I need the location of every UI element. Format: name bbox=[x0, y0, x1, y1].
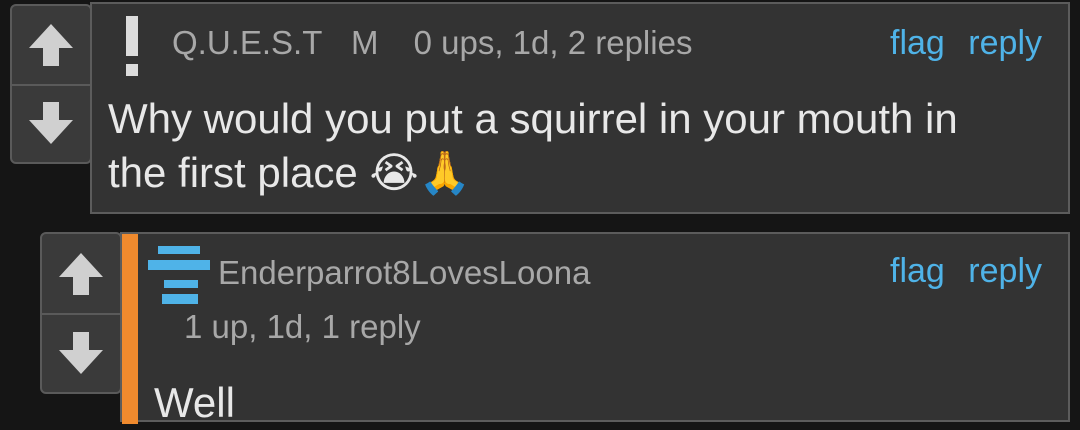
reply-card: Enderparrot8LovesLoona flag reply 1 up, … bbox=[120, 232, 1070, 426]
arrow-down-icon bbox=[29, 102, 73, 144]
flag-link[interactable]: flag bbox=[890, 24, 945, 62]
arrow-down-icon bbox=[59, 331, 103, 374]
comment-body: Well bbox=[154, 379, 235, 426]
thread-indent-bar bbox=[122, 234, 138, 424]
user-avatar-icon bbox=[148, 246, 210, 304]
upvote-button[interactable] bbox=[12, 6, 90, 86]
comment-actions: flag reply bbox=[876, 24, 1042, 63]
comment-card: Q.U.E.S.T M 0 ups, 1d, 2 replies flag re… bbox=[90, 2, 1070, 214]
username-link[interactable]: Enderparrot8LovesLoona bbox=[218, 254, 590, 292]
upvote-button[interactable] bbox=[42, 234, 120, 315]
comment-actions: flag reply bbox=[876, 252, 1042, 291]
username-link[interactable]: Q.U.E.S.T bbox=[172, 24, 322, 61]
comment-stats: 0 ups, 1d, 2 replies bbox=[413, 24, 693, 61]
reply-link[interactable]: reply bbox=[968, 24, 1042, 62]
arrow-up-icon bbox=[59, 252, 103, 295]
user-badge: M bbox=[350, 24, 379, 61]
comment-text-line: the first place 😭🙏 bbox=[108, 149, 471, 196]
vote-box-comment1 bbox=[10, 4, 92, 164]
reply-link[interactable]: reply bbox=[968, 252, 1042, 290]
flag-link[interactable]: flag bbox=[890, 252, 945, 290]
comment-text-line: Why would you put a squirrel in your mou… bbox=[108, 95, 958, 142]
comment-meta: Q.U.E.S.T M 0 ups, 1d, 2 replies bbox=[172, 24, 692, 62]
downvote-button[interactable] bbox=[42, 313, 120, 392]
vote-box-comment2 bbox=[40, 232, 122, 394]
arrow-up-icon bbox=[29, 24, 73, 66]
downvote-button[interactable] bbox=[12, 84, 90, 162]
comment-stats: 1 up, 1d, 1 reply bbox=[184, 308, 421, 345]
comment-body: Why would you put a squirrel in your mou… bbox=[108, 92, 958, 200]
exclamation-icon bbox=[126, 16, 138, 76]
